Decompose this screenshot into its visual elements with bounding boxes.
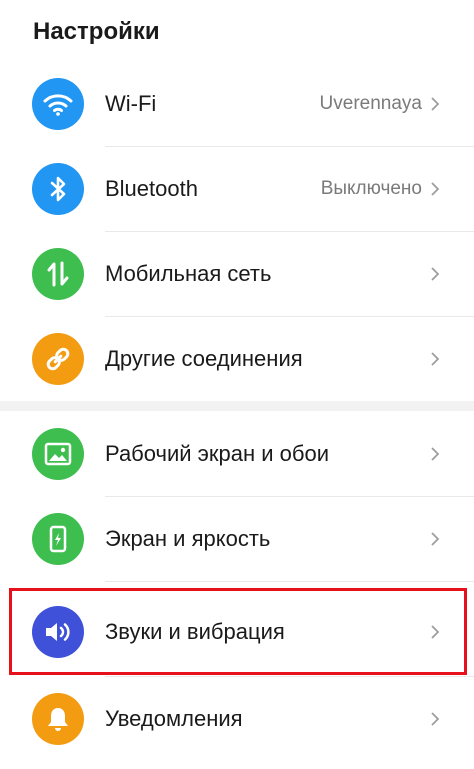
settings-item-wifi[interactable]: Wi-Fi Uverennaya (0, 62, 474, 146)
settings-item-mobile-network[interactable]: Мобильная сеть (0, 232, 474, 316)
settings-item-label: Wi-Fi (105, 91, 157, 116)
chevron-right-icon (431, 532, 440, 546)
settings-item-label: Bluetooth (105, 176, 198, 201)
speaker-icon (32, 606, 84, 658)
settings-item-sounds-vibration[interactable]: Звуки и вибрация (0, 590, 474, 674)
wifi-network-value: Uverennaya (319, 93, 422, 114)
settings-item-notifications[interactable]: Уведомления (0, 677, 474, 761)
wifi-icon (32, 78, 84, 130)
settings-item-other-connections[interactable]: Другие соединения (0, 317, 474, 401)
bluetooth-status-value: Выключено (320, 178, 422, 199)
chevron-right-icon (431, 625, 440, 639)
settings-item-display-brightness[interactable]: Экран и яркость (0, 497, 474, 581)
settings-item-label: Звуки и вибрация (105, 619, 285, 644)
group-separator (0, 401, 474, 411)
bluetooth-icon (32, 163, 84, 215)
bell-icon (32, 693, 84, 745)
chevron-right-icon (431, 447, 440, 461)
link-icon (32, 333, 84, 385)
settings-item-label: Экран и яркость (105, 526, 271, 551)
settings-item-bluetooth[interactable]: Bluetooth Выключено (0, 147, 474, 231)
wallpaper-icon (32, 428, 84, 480)
display-brightness-icon (32, 513, 84, 565)
chevron-right-icon (431, 352, 440, 366)
settings-item-label: Мобильная сеть (105, 261, 272, 286)
mobile-data-icon (32, 248, 84, 300)
settings-item-label: Рабочий экран и обои (105, 441, 330, 466)
chevron-right-icon (431, 182, 440, 196)
chevron-right-icon (431, 97, 440, 111)
settings-item-home-screen-wallpaper[interactable]: Рабочий экран и обои (0, 412, 474, 496)
settings-item-label: Другие соединения (105, 346, 303, 371)
divider (105, 581, 474, 582)
settings-item-label: Уведомления (105, 706, 243, 731)
chevron-right-icon (431, 267, 440, 281)
chevron-right-icon (431, 712, 440, 726)
page-title: Настройки (33, 18, 160, 45)
